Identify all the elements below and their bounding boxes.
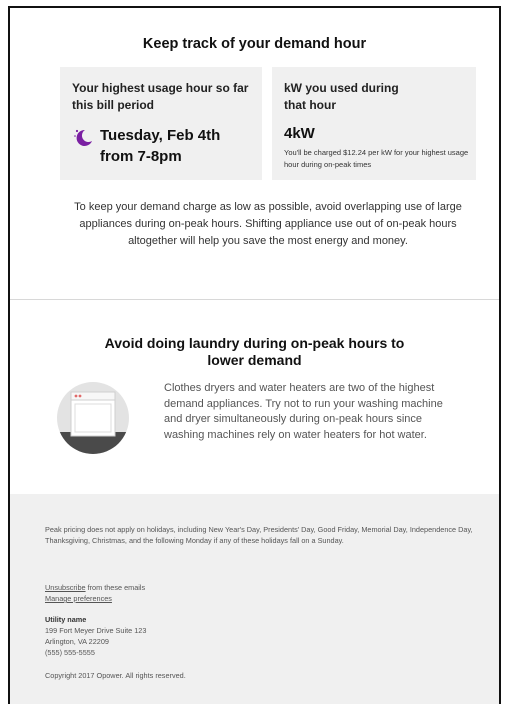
demand-heading: Keep track of your demand hour	[142, 36, 367, 52]
laundry-section: Avoid doing laundry during on-peak hours…	[10, 300, 499, 495]
address-line-2: Arlington, VA 22209	[45, 637, 109, 646]
usage-hour-card: Your highest usage hour so far this bill…	[60, 67, 262, 180]
usage-hour-when: Tuesday, Feb 4th from 7-8pm	[72, 125, 220, 167]
laundry-heading: Avoid doing laundry during on-peak hours…	[104, 335, 405, 368]
unsubscribe-link[interactable]: Unsubscribe	[45, 583, 86, 592]
utility-phone: (555) 555-5555	[45, 648, 95, 657]
footer: Peak pricing does not apply on holidays,…	[10, 494, 499, 704]
moon-icon	[74, 129, 92, 146]
kw-used-title: kW you used during that hour	[284, 81, 399, 112]
usage-hour-date: Tuesday, Feb 4th	[100, 127, 221, 144]
manage-preferences-link[interactable]: Manage preferences	[45, 594, 112, 603]
washing-machine-icon	[57, 382, 129, 454]
copyright: Copyright 2017 Opower. All rights reserv…	[45, 671, 186, 680]
laundry-paragraph: Clothes dryers and water heaters are two…	[164, 382, 443, 441]
kw-charge-note: You'll be charged $12.24 per kW for your…	[284, 148, 469, 169]
demand-paragraph: To keep your demand charge as low as pos…	[74, 201, 462, 247]
email-frame: Keep track of your demand hour Your high…	[8, 6, 501, 704]
demand-section: Keep track of your demand hour Your high…	[10, 8, 499, 300]
usage-hour-title: Your highest usage hour so far this bill…	[72, 81, 249, 112]
utility-name: Utility name	[45, 615, 87, 624]
utility-address: Utility name 199 Fort Meyer Drive Suite …	[45, 614, 146, 658]
usage-hour-time: from 7-8pm	[100, 148, 182, 165]
footer-links: Unsubscribe from these emails Manage pre…	[45, 582, 145, 604]
kw-used-value: 4kW	[284, 125, 315, 142]
holiday-disclaimer: Peak pricing does not apply on holidays,…	[45, 525, 473, 545]
kw-used-card: kW you used during that hour 4kW You'll …	[272, 67, 476, 180]
address-line-1: 199 Fort Meyer Drive Suite 123	[45, 626, 147, 635]
unsubscribe-suffix: from these emails	[85, 583, 146, 592]
